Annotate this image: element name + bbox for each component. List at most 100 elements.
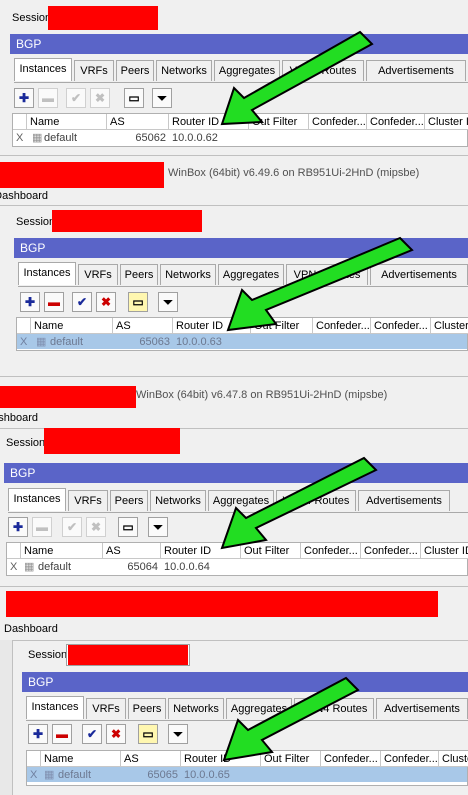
col-confederation[interactable]: Confeder... [313, 318, 371, 334]
col-name[interactable]: Name [21, 543, 103, 559]
col-name[interactable]: Name [41, 751, 121, 767]
col-confederation[interactable]: Confeder... [309, 114, 367, 130]
comment-button[interactable]: ▭ [124, 88, 144, 108]
row-router-id: 10.0.0.64 [164, 561, 210, 573]
row-as: 65065 [147, 769, 178, 781]
tab-bar: Instances VRFs Peers Networks Aggregates… [26, 696, 468, 720]
tab-vpn4-routes[interactable]: VPN4 Routes [282, 60, 364, 81]
col-out-filter[interactable]: Out Filter [249, 114, 309, 130]
col-name[interactable]: Name [27, 114, 107, 130]
col-as[interactable]: AS [103, 543, 161, 559]
comment-button[interactable]: ▭ [128, 292, 148, 312]
row-as: 65062 [135, 132, 166, 144]
col-as[interactable]: AS [107, 114, 169, 130]
tab-advertisements[interactable]: Advertisements [370, 264, 468, 285]
comment-button[interactable]: ▭ [138, 724, 158, 744]
tab-aggregates[interactable]: Aggregates [214, 60, 280, 81]
disable-button[interactable]: ✖ [106, 724, 126, 744]
comment-button[interactable]: ▭ [118, 517, 138, 537]
tab-aggregates[interactable]: Aggregates [218, 264, 284, 285]
remove-button[interactable]: ▬ [32, 517, 52, 537]
redacted-host [0, 162, 164, 188]
add-button[interactable]: ✚ [28, 724, 48, 744]
instances-table: Name AS Router ID Out Filter Confeder...… [26, 750, 468, 786]
tab-networks[interactable]: Networks [160, 264, 216, 285]
disable-button[interactable]: ✖ [96, 292, 116, 312]
comment-icon: ▭ [128, 91, 140, 105]
tab-instances[interactable]: Instances [18, 262, 76, 285]
col-router-id[interactable]: Router ID [173, 318, 251, 334]
col-confederation[interactable]: Confeder... [321, 751, 381, 767]
tab-vpn4-routes[interactable]: VPN4 Routes [276, 490, 356, 511]
filter-button[interactable]: ⏷ [168, 724, 188, 744]
tab-instances[interactable]: Instances [8, 488, 66, 511]
bgp-window-title: BGP [14, 238, 468, 258]
col-confederation-peers[interactable]: Confeder... [381, 751, 439, 767]
tab-aggregates[interactable]: Aggregates [208, 490, 274, 511]
tab-advertisements[interactable]: Advertisements [366, 60, 466, 81]
col-confederation-peers[interactable]: Confeder... [371, 318, 431, 334]
col-cluster-id[interactable]: Cluster ID [421, 543, 468, 559]
col-out-filter[interactable]: Out Filter [251, 318, 313, 334]
tab-networks[interactable]: Networks [156, 60, 212, 81]
col-confederation[interactable]: Confeder... [301, 543, 361, 559]
remove-button[interactable]: ▬ [52, 724, 72, 744]
tab-peers[interactable]: Peers [116, 60, 154, 81]
add-button[interactable]: ✚ [14, 88, 34, 108]
add-button[interactable]: ✚ [20, 292, 40, 312]
tab-vrfs[interactable]: VRFs [68, 490, 108, 511]
col-cluster-id[interactable]: Cluster [431, 318, 468, 334]
remove-button[interactable]: ▬ [38, 88, 58, 108]
col-confederation-peers[interactable]: Confeder... [367, 114, 425, 130]
dashboard-label: Dashboard [0, 190, 48, 202]
col-name[interactable]: Name [31, 318, 113, 334]
winbox-title: WinBox (64bit) v6.47.8 on RB951Ui-2HnD (… [136, 389, 388, 401]
tab-networks[interactable]: Networks [150, 490, 206, 511]
disable-button[interactable]: ✖ [86, 517, 106, 537]
tab-instances[interactable]: Instances [26, 696, 84, 719]
enable-button[interactable]: ✔ [82, 724, 102, 744]
filter-button[interactable]: ⏷ [148, 517, 168, 537]
tab-peers[interactable]: Peers [128, 698, 166, 719]
col-as[interactable]: AS [113, 318, 173, 334]
tab-bar: Instances VRFs Peers Networks Aggregates… [18, 262, 468, 286]
tab-vrfs[interactable]: VRFs [78, 264, 118, 285]
tab-advertisements[interactable]: Advertisements [358, 490, 450, 511]
tab-vrfs[interactable]: VRFs [86, 698, 126, 719]
tab-peers[interactable]: Peers [120, 264, 158, 285]
col-router-id[interactable]: Router ID [161, 543, 241, 559]
enable-button[interactable]: ✔ [72, 292, 92, 312]
col-cluster-id[interactable]: Cluster ID [425, 114, 468, 130]
tab-vpn4-routes[interactable]: VPN4 Routes [294, 698, 374, 719]
filter-button[interactable]: ⏷ [158, 292, 178, 312]
enable-button[interactable]: ✔ [66, 88, 86, 108]
add-button[interactable]: ✚ [8, 517, 28, 537]
bgp-window-title: BGP [10, 34, 468, 54]
tab-vpn4-routes[interactable]: VPN4 Routes [286, 264, 368, 285]
tab-peers[interactable]: Peers [110, 490, 148, 511]
col-out-filter[interactable]: Out Filter [241, 543, 301, 559]
col-cluster-id[interactable]: Cluste [439, 751, 468, 767]
filter-button[interactable]: ⏷ [152, 88, 172, 108]
col-router-id[interactable]: Router ID [181, 751, 261, 767]
redacted-host [0, 386, 136, 408]
col-out-filter[interactable]: Out Filter [261, 751, 321, 767]
enable-button[interactable]: ✔ [62, 517, 82, 537]
bgp-window-title: BGP [4, 463, 468, 483]
dashboard-label: Dashboard [0, 412, 38, 424]
tab-aggregates[interactable]: Aggregates [226, 698, 292, 719]
col-confederation-peers[interactable]: Confeder... [361, 543, 421, 559]
tab-vrfs[interactable]: VRFs [74, 60, 114, 81]
col-as[interactable]: AS [121, 751, 181, 767]
sidebar-strip [0, 640, 13, 795]
tab-instances[interactable]: Instances [14, 58, 72, 81]
row-flag: X [16, 132, 24, 144]
remove-button[interactable]: ▬ [44, 292, 64, 312]
comment-icon: ▭ [132, 295, 144, 309]
row-name: default [58, 769, 92, 781]
tab-advertisements[interactable]: Advertisements [376, 698, 468, 719]
tab-networks[interactable]: Networks [168, 698, 224, 719]
disable-button[interactable]: ✖ [90, 88, 110, 108]
row-flag: X [30, 769, 38, 781]
col-router-id[interactable]: Router ID [169, 114, 249, 130]
